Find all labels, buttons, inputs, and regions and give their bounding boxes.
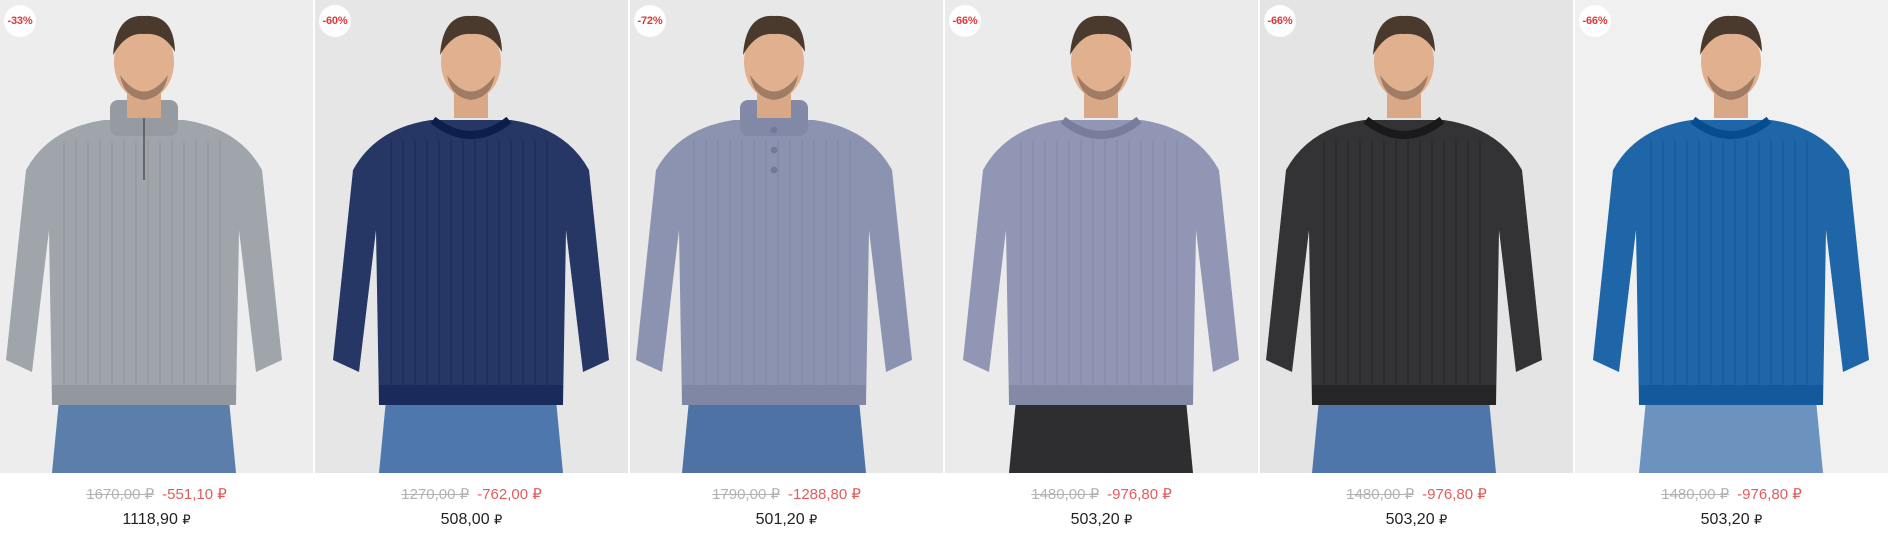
product-photo[interactable] <box>1575 0 1888 473</box>
product-photo[interactable] <box>1260 0 1573 473</box>
discount-badge: -66% <box>1579 5 1611 37</box>
current-price: 503,20 ₽ <box>1260 510 1573 530</box>
price-row: 1480,00 ₽ -976,80 ₽ <box>1260 486 1573 504</box>
model-illustration <box>1260 0 1573 473</box>
current-price: 501,20 ₽ <box>630 510 943 530</box>
product-photo[interactable] <box>0 0 313 473</box>
discount-amount: -1288,80 ₽ <box>788 486 861 503</box>
product-card[interactable]: -72% 1790,00 ₽ -1288,80 ₽ 501,20 ₽ <box>630 0 943 539</box>
price-row: 1670,00 ₽ -551,10 ₽ <box>0 486 313 504</box>
old-price: 1480,00 ₽ <box>1031 486 1100 503</box>
current-price: 508,00 ₽ <box>315 510 628 530</box>
model-illustration <box>945 0 1258 473</box>
old-price: 1480,00 ₽ <box>1661 486 1730 503</box>
discount-amount: -762,00 ₽ <box>477 486 542 503</box>
discount-badge: -66% <box>949 5 981 37</box>
discount-badge: -60% <box>319 5 351 37</box>
discount-amount: -976,80 ₽ <box>1107 486 1172 503</box>
price-row: 1270,00 ₽ -762,00 ₽ <box>315 486 628 504</box>
product-card[interactable]: -33% 1670,00 ₽ -551,10 ₽ 1118,90 ₽ <box>0 0 313 539</box>
current-price: 503,20 ₽ <box>1575 510 1888 530</box>
price-row: 1790,00 ₽ -1288,80 ₽ <box>630 486 943 504</box>
model-illustration <box>630 0 943 473</box>
current-price-value: 503,20 <box>1700 511 1750 528</box>
old-price: 1790,00 ₽ <box>712 486 780 503</box>
product-card[interactable]: -66% 1480,00 ₽ -976,80 ₽ 503,20 ₽ <box>1260 0 1573 539</box>
discount-badge: -33% <box>4 5 36 37</box>
discount-amount: -551,10 ₽ <box>162 486 227 503</box>
current-price-value: 503,20 <box>1070 511 1120 528</box>
product-photo[interactable] <box>945 0 1258 473</box>
currency-symbol: ₽ <box>182 512 191 527</box>
product-photo[interactable] <box>315 0 628 473</box>
current-price-value: 508,00 <box>440 511 490 528</box>
product-card[interactable]: -60% 1270,00 ₽ -762,00 ₽ 508,00 ₽ <box>315 0 628 539</box>
discount-badge: -72% <box>634 5 666 37</box>
current-price-value: 1118,90 <box>122 511 178 528</box>
model-illustration <box>0 0 313 473</box>
discount-amount: -976,80 ₽ <box>1422 486 1487 503</box>
old-price: 1480,00 ₽ <box>1346 486 1415 503</box>
price-row: 1480,00 ₽ -976,80 ₽ <box>945 486 1258 504</box>
model-illustration <box>1575 0 1888 473</box>
model-illustration <box>315 0 628 473</box>
old-price: 1670,00 ₽ <box>86 486 155 503</box>
price-row: 1480,00 ₽ -976,80 ₽ <box>1575 486 1888 504</box>
current-price: 503,20 ₽ <box>945 510 1258 530</box>
product-carousel: -33% 1670,00 ₽ -551,10 ₽ 1118,90 ₽ -60% 1… <box>0 0 1891 539</box>
currency-symbol: ₽ <box>809 512 818 527</box>
currency-symbol: ₽ <box>1754 512 1763 527</box>
discount-amount: -976,80 ₽ <box>1737 486 1802 503</box>
product-card[interactable]: -66% 1480,00 ₽ -976,80 ₽ 503,20 ₽ <box>945 0 1258 539</box>
current-price: 1118,90 ₽ <box>0 510 313 530</box>
discount-badge: -66% <box>1264 5 1296 37</box>
product-photo[interactable] <box>630 0 943 473</box>
currency-symbol: ₽ <box>1439 512 1448 527</box>
currency-symbol: ₽ <box>494 512 503 527</box>
currency-symbol: ₽ <box>1124 512 1133 527</box>
current-price-value: 501,20 <box>755 511 805 528</box>
product-card[interactable]: -66% 1480,00 ₽ -976,80 ₽ 503,20 ₽ <box>1575 0 1888 539</box>
old-price: 1270,00 ₽ <box>401 486 470 503</box>
current-price-value: 503,20 <box>1385 511 1435 528</box>
